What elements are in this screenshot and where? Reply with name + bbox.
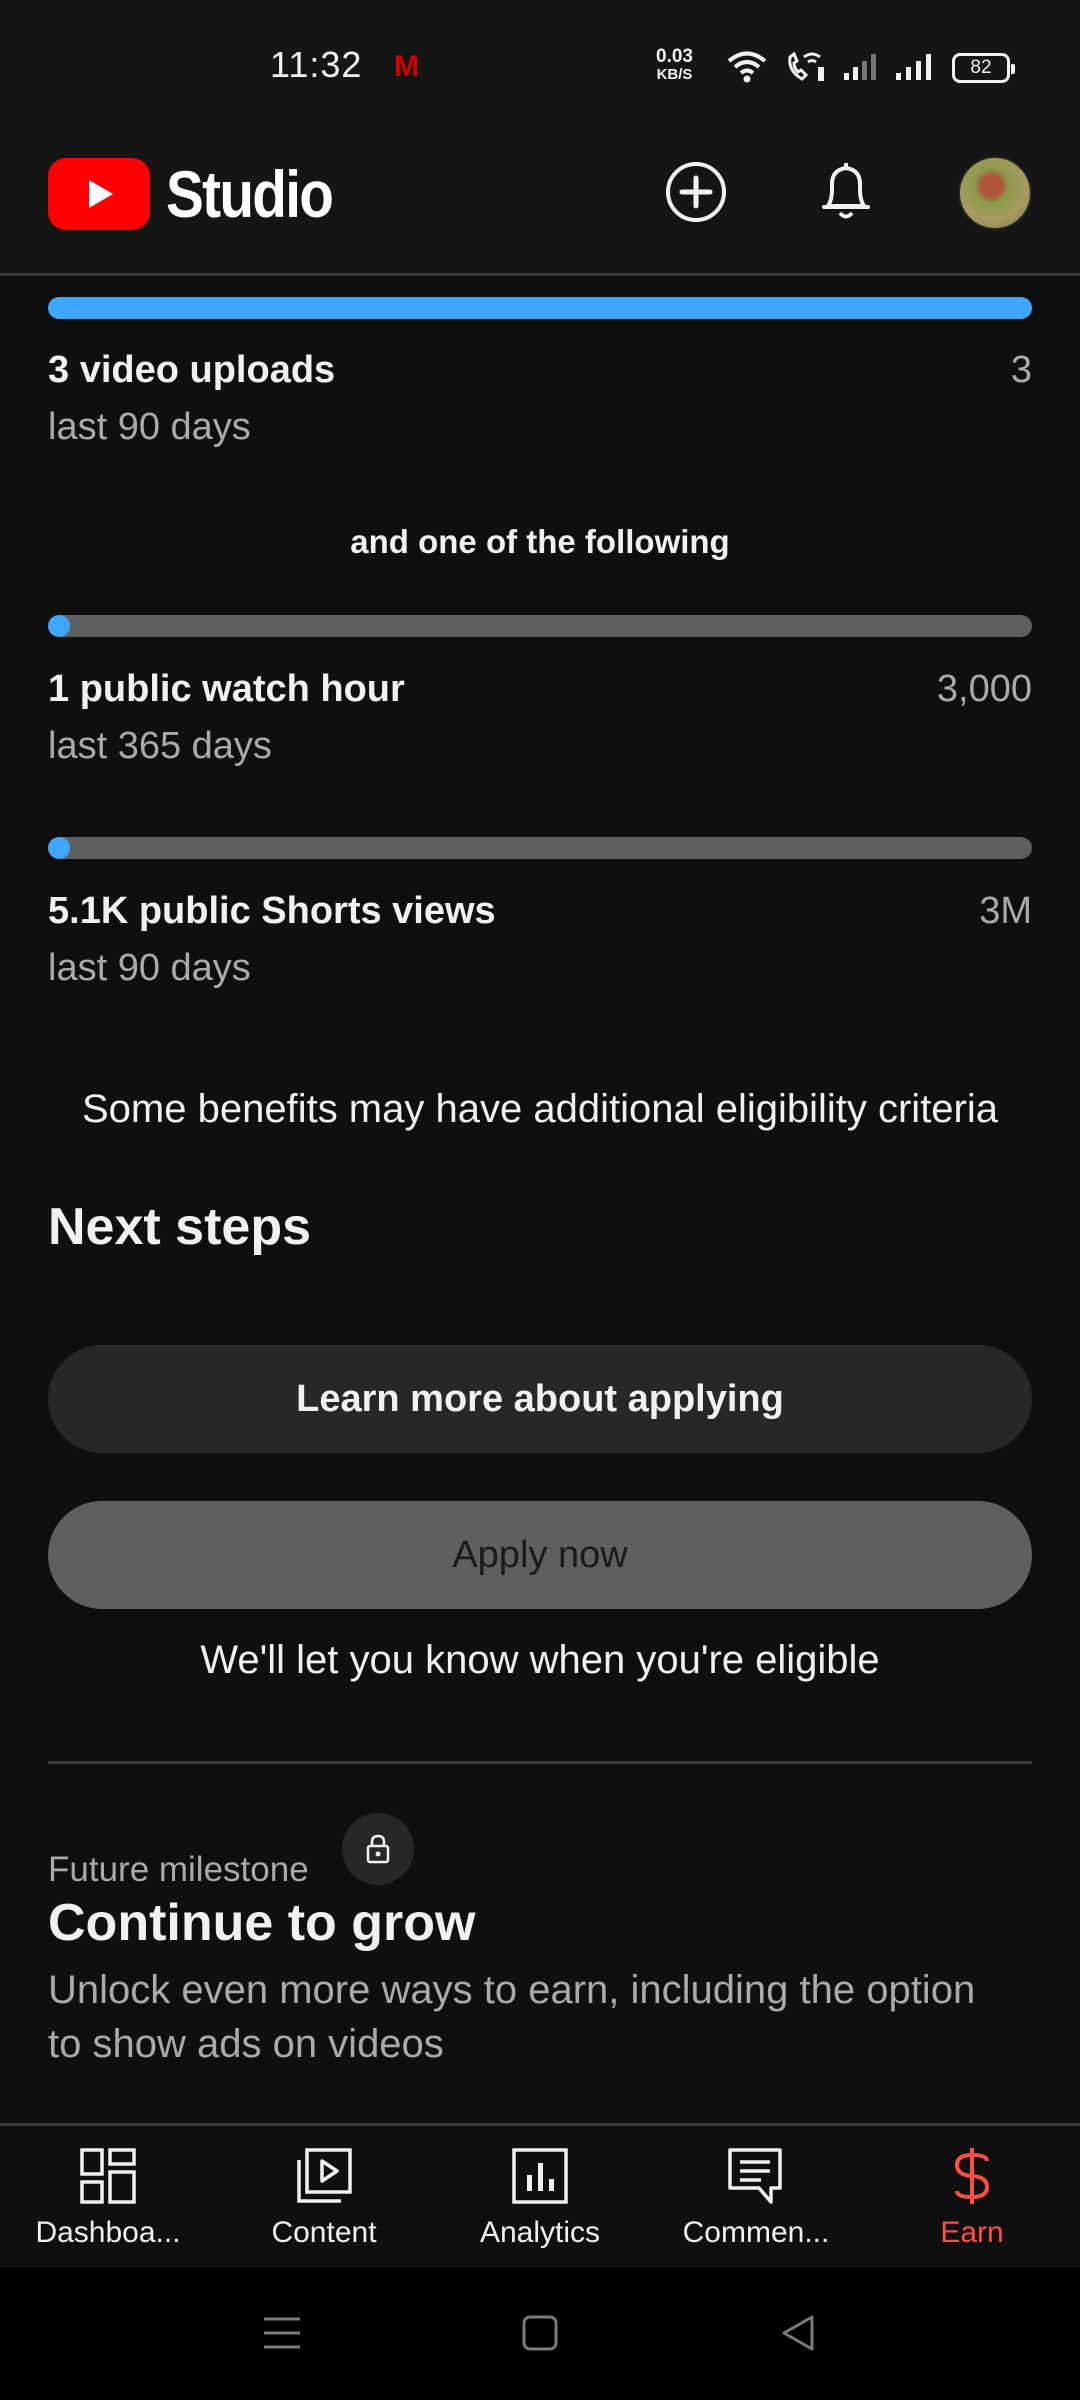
home-square-icon <box>522 2315 558 2351</box>
battery-icon: 82 <box>952 53 1015 83</box>
back-button[interactable] <box>766 2301 830 2365</box>
nav-label-analytics: Analytics <box>479 2216 601 2249</box>
comments-icon <box>648 2140 864 2212</box>
nav-item-analytics[interactable]: Analytics <box>432 2140 648 2250</box>
shorts-views-requirement-title: 5.1K public Shorts views <box>48 890 496 932</box>
nav-item-earn[interactable]: Earn <box>864 2140 1080 2250</box>
status-time: 11:32 <box>270 44 363 85</box>
network-speed: 0.03 KB/S <box>656 46 693 84</box>
future-milestone-title: Continue to grow <box>48 1894 476 1952</box>
signal-sim2-icon <box>894 51 936 86</box>
wifi-calling-icon <box>784 49 826 88</box>
back-triangle-icon <box>782 2315 814 2351</box>
logo-text: Studio <box>166 157 334 231</box>
future-milestone-description-line1: Unlock even more ways to earn, including… <box>48 1968 976 2012</box>
watch-hours-requirement-title: 1 public watch hour <box>48 668 405 710</box>
status-icons: 82 <box>726 48 1015 88</box>
account-avatar[interactable] <box>958 156 1032 230</box>
status-bar: 11:32 M 0.03 KB/S 82 <box>0 0 1080 108</box>
eligibility-note: We'll let you know when you're eligible <box>200 1638 880 1682</box>
shorts-views-requirement-period: last 90 days <box>48 947 251 989</box>
watch-hours-progress-bar <box>48 615 1032 637</box>
gmail-icon: M <box>394 50 419 83</box>
shorts-views-progress-fill <box>48 837 70 859</box>
next-steps-heading: Next steps <box>48 1198 311 1256</box>
future-milestone-description-line2: to show ads on videos <box>48 2022 444 2066</box>
network-speed-unit: KB/S <box>656 66 693 83</box>
add-circle-icon <box>666 162 726 222</box>
app-header: Studio <box>0 108 1080 276</box>
system-navigation-bar <box>0 2267 1080 2400</box>
network-speed-value: 0.03 <box>656 46 693 67</box>
youtube-play-icon <box>48 158 150 230</box>
recent-apps-button[interactable] <box>250 2301 314 2365</box>
benefits-note: Some benefits may have additional eligib… <box>81 1087 998 1131</box>
signal-sim1-icon <box>842 51 878 86</box>
menu-icon <box>264 2317 300 2349</box>
earn-icon <box>864 2140 1080 2212</box>
learn-more-button[interactable]: Learn more about applying <box>48 1345 1032 1453</box>
home-button[interactable] <box>508 2301 572 2365</box>
uploads-requirement-period: last 90 days <box>48 406 251 448</box>
bottom-navigation: Dashboa... Content Analytics Commen... E… <box>0 2123 1080 2267</box>
uploads-progress-fill <box>48 297 1032 319</box>
earn-content[interactable]: 3 video uploads 3 last 90 days and one o… <box>0 279 1080 2123</box>
watch-hours-progress-fill <box>48 615 70 637</box>
wifi-icon <box>726 49 768 88</box>
content-icon <box>216 2140 432 2212</box>
nav-item-dashboard[interactable]: Dashboa... <box>0 2140 216 2250</box>
nav-item-comments[interactable]: Commen... <box>648 2140 864 2250</box>
bell-icon <box>822 163 870 219</box>
nav-label-dashboard: Dashboa... <box>35 2216 181 2249</box>
uploads-requirement-title: 3 video uploads <box>48 349 336 391</box>
nav-label-earn: Earn <box>940 2216 1004 2249</box>
watch-hours-requirement-goal: 3,000 <box>936 668 1032 710</box>
shorts-views-progress-bar <box>48 837 1032 859</box>
create-button[interactable] <box>658 154 734 230</box>
section-divider <box>48 1761 1032 1764</box>
one-of-following-label: and one of the following <box>350 523 730 560</box>
uploads-requirement-goal: 3 <box>1010 349 1032 391</box>
nav-label-content: Content <box>271 2216 377 2249</box>
future-milestone-description: Unlock even more ways to earn, including… <box>48 1963 975 2071</box>
future-milestone-label: Future milestone <box>48 1850 309 1889</box>
watch-hours-requirement-period: last 365 days <box>48 725 272 767</box>
nav-item-content[interactable]: Content <box>216 2140 432 2250</box>
nav-label-comments: Commen... <box>682 2216 830 2249</box>
analytics-icon <box>432 2140 648 2212</box>
uploads-progress-bar <box>48 297 1032 319</box>
notifications-button[interactable] <box>808 154 884 230</box>
youtube-studio-logo[interactable]: Studio <box>48 156 359 232</box>
apply-now-button[interactable]: Apply now <box>48 1501 1032 1609</box>
dashboard-icon <box>0 2140 216 2212</box>
lock-badge <box>342 1813 414 1885</box>
shorts-views-requirement-goal: 3M <box>979 890 1032 932</box>
lock-icon <box>366 1834 390 1864</box>
